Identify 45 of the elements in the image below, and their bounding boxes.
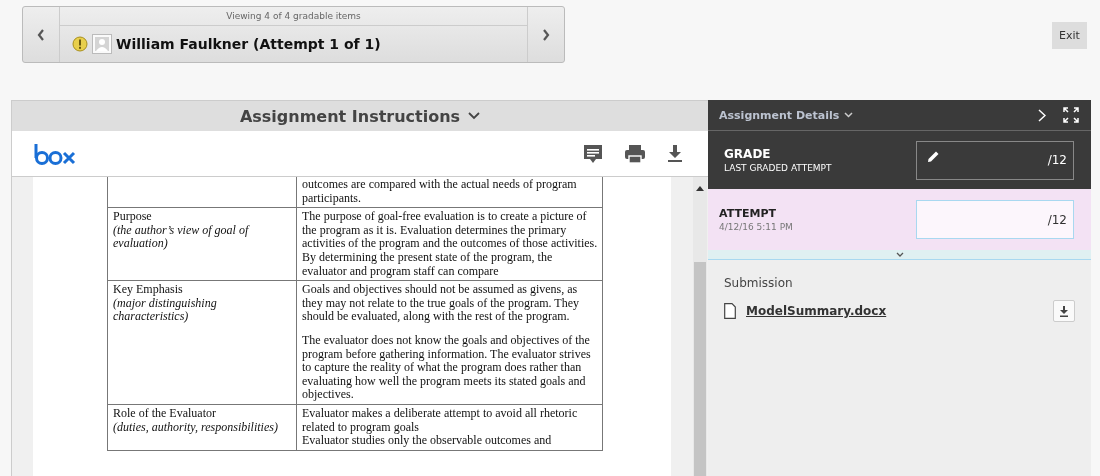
print-icon[interactable] bbox=[624, 143, 646, 164]
attempt-field[interactable]: /12 bbox=[916, 200, 1074, 239]
alert-icon bbox=[72, 36, 88, 52]
download-icon bbox=[1059, 305, 1069, 317]
attempt-date: 4/12/16 5:11 PM bbox=[719, 222, 793, 232]
cell-paragraph: The evaluator does not know the goals and objectives of the program before gathering information. The evaluator strives to capture the reality of what the program does rather than evaluating how well the program meets its stated goals and objectives. bbox=[302, 333, 592, 402]
row-label: Key Emphasis bbox=[113, 283, 184, 297]
student-name: William Faulkner (Attempt 1 of 1) bbox=[116, 36, 381, 52]
row-note: (major distinguishing characteristics) bbox=[113, 296, 218, 324]
scrollbar[interactable] bbox=[693, 177, 707, 476]
chevron-left-icon bbox=[37, 28, 45, 41]
cell-paragraph: Evaluator studies only the observable outcomes and bbox=[302, 434, 553, 448]
box-logo bbox=[34, 142, 76, 165]
avatar-icon bbox=[92, 34, 112, 54]
download-icon[interactable] bbox=[666, 143, 684, 164]
scrollbar-thumb[interactable] bbox=[694, 262, 706, 476]
attempt-label: ATTEMPT bbox=[719, 207, 777, 220]
pencil-icon bbox=[927, 150, 939, 163]
grade-label: GRADE bbox=[724, 147, 772, 161]
cell-paragraph: outcomes are compared with the actual needs of program participants. bbox=[302, 178, 578, 206]
chevron-right-icon bbox=[542, 28, 550, 41]
cell-paragraph: Goals and objectives should not be assumed as givens, as they may not relate to the true goals of the program. They should be evaluated, along with the rest of the program. bbox=[302, 283, 581, 324]
item-counter: Viewing 4 of 4 gradable items bbox=[60, 7, 527, 26]
chevron-right-icon[interactable] bbox=[1038, 108, 1046, 122]
file-link[interactable]: ModelSummary.docx bbox=[746, 304, 887, 318]
grade-field[interactable]: /12 bbox=[916, 140, 1074, 180]
row-note: (duties, authority, responsibilities) bbox=[113, 420, 279, 435]
grade-sublabel: LAST GRADED ATTEMPT bbox=[724, 163, 832, 173]
chevron-down-icon bbox=[895, 252, 904, 257]
comment-icon[interactable] bbox=[582, 142, 604, 165]
file-icon bbox=[724, 303, 736, 319]
row-label: Role of the Evaluator bbox=[113, 406, 217, 421]
instructions-header[interactable]: Assignment Instructions bbox=[12, 101, 708, 131]
details-header[interactable]: Assignment Details bbox=[719, 108, 854, 122]
download-button[interactable] bbox=[1053, 300, 1075, 322]
scroll-up-icon[interactable] bbox=[696, 185, 704, 191]
cell-paragraph: Evaluator makes a deliberate attempt to avoid all rhetoric related to program goals bbox=[302, 406, 579, 435]
exit-button[interactable]: Exit bbox=[1052, 22, 1087, 49]
chevron-down-icon bbox=[844, 112, 854, 118]
cell-paragraph: The purpose of goal-free evaluation is to create a picture of the program as it is. Evaluation determines the primary activities of the program and the outcomes of those activities. By determining the present state of the program, the evaluator and program staff can compare bbox=[302, 210, 599, 279]
row-note: (the author’s view of goal of evaluation) bbox=[113, 223, 251, 251]
chevron-down-icon bbox=[468, 112, 481, 120]
submission-label: Submission bbox=[724, 276, 794, 290]
row-label: Purpose bbox=[113, 210, 153, 224]
expand-icon[interactable] bbox=[1063, 107, 1079, 123]
